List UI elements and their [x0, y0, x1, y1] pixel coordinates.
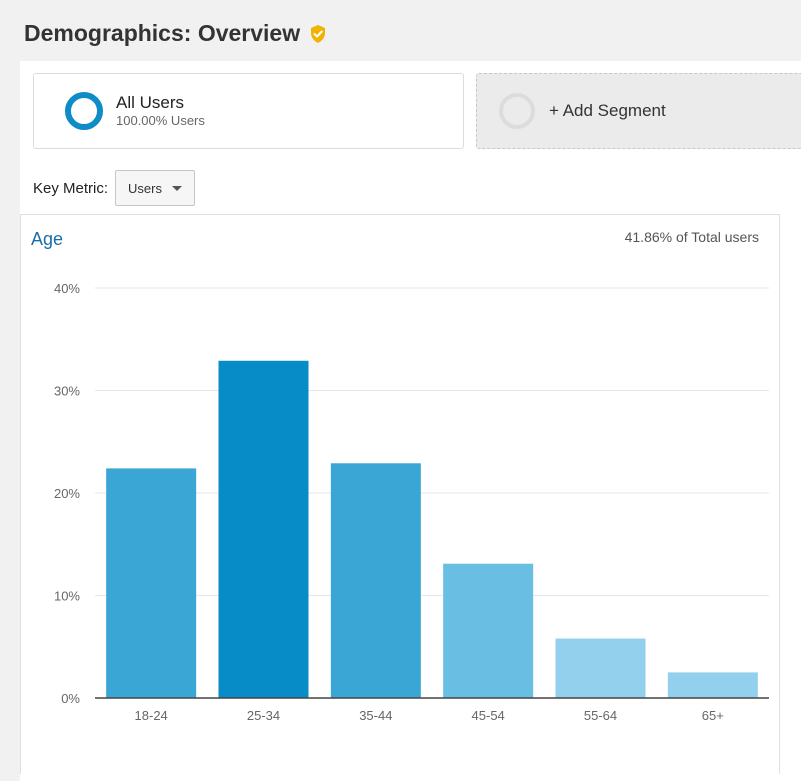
x-tick-label: 18-24	[135, 708, 168, 723]
key-metric-value: Users	[128, 180, 162, 196]
empty-circle-icon	[499, 93, 535, 129]
y-tick-label: 40%	[54, 281, 80, 296]
add-segment-label: + Add Segment	[549, 101, 666, 120]
bar-18-24	[106, 468, 197, 698]
shield-check-icon	[311, 24, 326, 43]
bar-55-64	[555, 638, 646, 698]
x-tick-label: 55-64	[584, 708, 617, 723]
x-tick-label: 65+	[702, 708, 724, 723]
segment-name: All Users	[116, 93, 185, 112]
chart-title: Age	[31, 229, 64, 249]
chart-summary: 41.86% of Total users	[624, 229, 759, 245]
age-bar-chart: 0% 10% 20% 30% 40% 18-24 25-34 35-44 45-54 55-64 6…	[54, 281, 769, 723]
page-title: Demographics: Overview	[24, 20, 328, 47]
x-tick-label: 45-54	[472, 708, 505, 723]
bar-45-54	[443, 563, 534, 698]
y-tick-label: 30%	[54, 384, 80, 399]
age-chart-panel: 0% 10% 20% 30% 40% 18-24 25-34 35-44 45-54 55-64 6…	[20, 214, 780, 774]
bar-35-44	[330, 463, 421, 698]
key-metric: Key Metric: Users	[33, 169, 196, 207]
segment-all-users[interactable]: All Users 100.00% Users	[33, 73, 464, 149]
y-tick-label: 0%	[61, 691, 80, 706]
donut-icon	[65, 92, 103, 130]
y-tick-label: 20%	[54, 486, 80, 501]
page-title-text: Demographics: Overview	[24, 20, 301, 46]
bar-25-34	[218, 360, 309, 698]
key-metric-select[interactable]: Users	[115, 170, 196, 206]
segment-percent: 100.00% Users	[116, 113, 205, 128]
report-panel: All Users 100.00% Users + Add Segment Ke…	[20, 61, 801, 781]
add-segment-button[interactable]: + Add Segment	[476, 73, 801, 149]
y-tick-label: 10%	[54, 589, 80, 604]
chevron-down-icon	[172, 185, 183, 191]
key-metric-label: Key Metric:	[33, 179, 109, 197]
x-tick-label: 35-44	[359, 708, 392, 723]
bar-65+	[667, 672, 758, 698]
x-tick-label: 25-34	[247, 708, 280, 723]
